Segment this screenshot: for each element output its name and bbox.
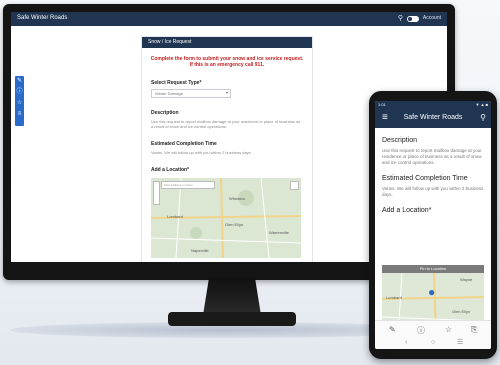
home-icon[interactable]: ○	[431, 339, 435, 346]
phone-description-text: Use this request to report mailbox damag…	[382, 148, 482, 165]
location-label: Add a Location*	[151, 167, 190, 173]
form-header: Snow / Ice Request	[142, 37, 312, 48]
status-icons: ▼ ▲ ■	[475, 102, 488, 107]
map-search-input[interactable]: Find address or place	[161, 181, 215, 189]
phone-completion-label: Estimated Completion Time	[382, 175, 468, 182]
phone-map-place: Glen Ellyn	[452, 309, 471, 314]
phone-description-label: Description	[382, 137, 418, 144]
request-type-label: Select Request Type*	[151, 80, 202, 86]
request-type-select[interactable]: Winter Damage	[151, 89, 231, 98]
side-toolbar: ✎ ⓘ ☆ ≡	[15, 76, 24, 126]
info-icon[interactable]: ⓘ	[15, 87, 24, 98]
phone-screen: 1:01 ▼ ▲ ■ ≡ Safe Winter Roads ⚲ Descrip…	[375, 101, 491, 349]
map-place-label: Warrenville	[269, 230, 289, 235]
phone-status-bar: 1:01 ▼ ▲ ■	[375, 101, 491, 109]
desktop-top-bar: Safe Winter Roads ⚲ Account	[11, 12, 447, 26]
map-place-label: Naperville	[191, 248, 209, 253]
pin-location-bar[interactable]: Pin to Location	[382, 265, 484, 273]
completion-time-label: Estimated Completion Time	[151, 141, 217, 147]
search-icon[interactable]: ⚲	[398, 14, 403, 22]
toggle-switch[interactable]	[407, 16, 419, 22]
phone-completion-text: Varies. We will follow up with you withi…	[382, 186, 484, 197]
mobile-phone: 1:01 ▼ ▲ ■ ≡ Safe Winter Roads ⚲ Descrip…	[369, 91, 497, 359]
map-place-label: Lombard	[167, 214, 183, 219]
completion-time-text: Varies. We will follow up with you withi…	[151, 150, 252, 155]
phone-location-label: Add a Location*	[382, 207, 432, 214]
form-emergency-note: If this is an emergency call 911.	[189, 62, 265, 68]
monitor-stand-base	[168, 312, 296, 326]
pencil-icon[interactable]: ✎	[389, 325, 396, 334]
recents-icon[interactable]: ☰	[457, 338, 463, 346]
location-pin-icon[interactable]: ●	[428, 285, 435, 299]
list-icon[interactable]: ≡	[15, 109, 24, 120]
back-icon[interactable]: ‹	[405, 339, 407, 346]
app-title: Safe Winter Roads	[17, 15, 68, 21]
location-map[interactable]: Find address or place Wheaton Lombard Gl…	[151, 178, 301, 258]
description-label: Description	[151, 110, 179, 116]
map-place-label: Glen Ellyn	[225, 222, 244, 227]
star-icon[interactable]: ☆	[445, 325, 452, 334]
phone-map-place: Wayne	[460, 277, 473, 282]
phone-nav-bar: ≡ Safe Winter Roads ⚲	[375, 109, 491, 128]
phone-map-place: Lombard	[386, 295, 402, 300]
monitor-stand-neck	[203, 278, 261, 314]
user-menu[interactable]: Account	[423, 15, 441, 21]
zoom-control[interactable]	[153, 181, 160, 205]
info-icon[interactable]: ⓘ	[417, 325, 425, 336]
status-time: 1:01	[378, 102, 386, 107]
description-text: Use this request to report mailbox damag…	[151, 119, 301, 129]
share-icon[interactable]: ⎘	[471, 325, 477, 335]
request-form: Snow / Ice Request Complete the form to …	[141, 36, 313, 262]
search-icon[interactable]: ⚲	[480, 113, 486, 122]
locate-button[interactable]	[290, 181, 299, 190]
pencil-icon[interactable]: ✎	[15, 76, 24, 87]
phone-bottom-toolbar: ✎ ⓘ ☆ ⎘ ‹ ○ ☰	[375, 320, 491, 349]
phone-app-title: Safe Winter Roads	[403, 114, 463, 121]
star-icon[interactable]: ☆	[15, 98, 24, 109]
map-place-label: Wheaton	[229, 196, 246, 201]
